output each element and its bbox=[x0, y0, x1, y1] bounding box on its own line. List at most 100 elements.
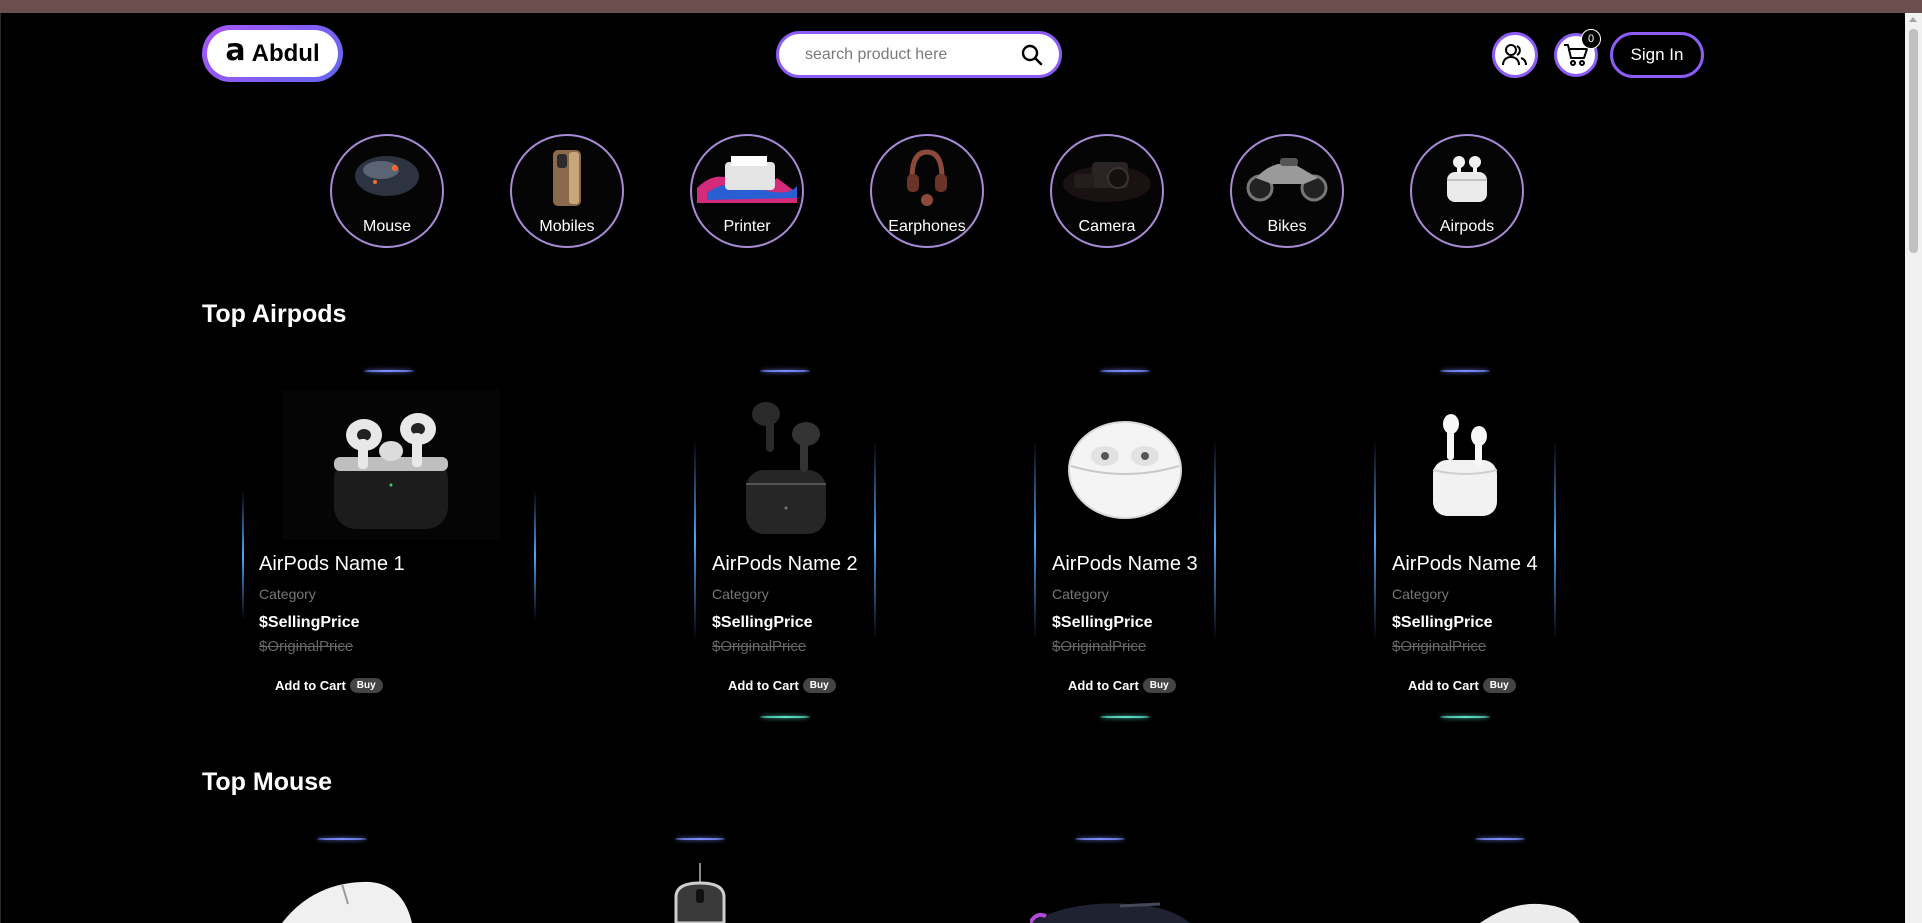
card-actions: Add to Cart Buy bbox=[275, 678, 383, 693]
product-card[interactable]: AirPods Name 4 Category $SellingPrice $O… bbox=[1374, 370, 1556, 718]
category-strip: Mouse Mobiles Printer Earphones Camera B… bbox=[330, 134, 1525, 251]
product-selling-price: $SellingPrice bbox=[712, 614, 813, 631]
category-airpods[interactable]: Airpods bbox=[1410, 134, 1524, 248]
search-input[interactable] bbox=[803, 44, 1019, 65]
category-label: Mouse bbox=[362, 218, 412, 235]
category-label: Camera bbox=[1078, 218, 1136, 235]
card-edge bbox=[534, 490, 536, 620]
category-camera[interactable]: Camera bbox=[1050, 134, 1164, 248]
section-title: Top Airpods bbox=[202, 300, 347, 328]
search-bar bbox=[776, 31, 1062, 78]
card-glow bbox=[1475, 838, 1525, 840]
card-glow bbox=[760, 370, 810, 372]
card-glow bbox=[760, 716, 810, 718]
card-glow bbox=[1075, 838, 1125, 840]
product-image bbox=[1050, 390, 1200, 540]
buy-button[interactable]: Buy bbox=[1482, 678, 1516, 693]
card-edge bbox=[874, 440, 876, 640]
buy-button[interactable]: Buy bbox=[802, 678, 836, 693]
card-edge bbox=[1374, 440, 1376, 640]
category-mouse[interactable]: Mouse bbox=[330, 134, 444, 248]
add-to-cart-button[interactable]: Add to Cart bbox=[275, 678, 346, 693]
buy-button[interactable]: Buy bbox=[1142, 678, 1176, 693]
card-actions: Add to Cart Buy bbox=[728, 678, 836, 693]
product-name[interactable]: AirPods Name 4 bbox=[1392, 553, 1538, 576]
product-selling-price: $SellingPrice bbox=[259, 614, 360, 631]
product-card[interactable] bbox=[600, 838, 800, 923]
product-image bbox=[282, 881, 412, 923]
product-category: Category bbox=[259, 586, 316, 602]
product-image bbox=[282, 390, 500, 540]
headphones-icon bbox=[907, 149, 947, 206]
user-button[interactable] bbox=[1492, 32, 1538, 78]
product-name[interactable]: AirPods Name 2 bbox=[712, 553, 858, 576]
product-name[interactable]: AirPods Name 3 bbox=[1052, 553, 1198, 576]
product-card[interactable] bbox=[1000, 838, 1200, 923]
brand-logo[interactable]: a Abdul bbox=[202, 25, 343, 82]
product-original-price: $OriginalPrice bbox=[1052, 638, 1147, 655]
category-bikes[interactable]: Bikes bbox=[1230, 134, 1344, 248]
product-selling-price: $SellingPrice bbox=[1052, 614, 1153, 631]
amazon-logo-icon: a bbox=[225, 32, 246, 68]
product-image bbox=[1390, 390, 1540, 540]
users-icon bbox=[1502, 44, 1527, 66]
section-title: Top Mouse bbox=[202, 768, 333, 796]
add-to-cart-button[interactable]: Add to Cart bbox=[1408, 678, 1479, 693]
product-category: Category bbox=[1052, 586, 1109, 602]
card-actions: Add to Cart Buy bbox=[1408, 678, 1516, 693]
scroll-up-icon[interactable] bbox=[1909, 17, 1917, 22]
product-card[interactable]: AirPods Name 2 Category $SellingPrice $O… bbox=[694, 370, 876, 718]
cart-button[interactable]: 0 bbox=[1554, 29, 1601, 77]
product-name[interactable]: AirPods Name 1 bbox=[259, 553, 405, 576]
card-glow bbox=[1100, 370, 1150, 372]
printer-icon bbox=[697, 156, 797, 203]
add-to-cart-button[interactable]: Add to Cart bbox=[1068, 678, 1139, 693]
motorbike-icon bbox=[1246, 158, 1328, 202]
window-top-strip bbox=[0, 0, 1922, 13]
product-card[interactable]: AirPods Name 3 Category $SellingPrice $O… bbox=[1034, 370, 1216, 718]
product-original-price: $OriginalPrice bbox=[1392, 638, 1487, 655]
search-icon[interactable] bbox=[1019, 42, 1045, 68]
scroll-thumb[interactable] bbox=[1909, 29, 1918, 253]
card-glow bbox=[1100, 716, 1150, 718]
add-to-cart-button[interactable]: Add to Cart bbox=[728, 678, 799, 693]
category-label: Airpods bbox=[1439, 218, 1495, 235]
card-glow bbox=[364, 370, 414, 372]
phone-icon bbox=[553, 150, 581, 206]
category-label: Printer bbox=[723, 218, 771, 235]
card-actions: Add to Cart Buy bbox=[1068, 678, 1176, 693]
category-label: Mobiles bbox=[539, 218, 595, 235]
card-edge bbox=[1554, 440, 1556, 640]
brand-name: Abdul bbox=[251, 39, 320, 67]
category-mobiles[interactable]: Mobiles bbox=[510, 134, 624, 248]
category-printer[interactable]: Printer bbox=[690, 134, 804, 248]
left-border bbox=[0, 13, 1, 923]
product-image bbox=[674, 863, 726, 923]
product-original-price: $OriginalPrice bbox=[712, 638, 807, 655]
brand-logo-inner: a Abdul bbox=[207, 30, 338, 77]
airpods-icon bbox=[1447, 156, 1487, 202]
card-glow bbox=[675, 838, 725, 840]
buy-button[interactable]: Buy bbox=[349, 678, 383, 693]
card-glow bbox=[317, 838, 367, 840]
cart-count-badge: 0 bbox=[1581, 29, 1601, 49]
product-image bbox=[1030, 902, 1190, 923]
sign-in-button[interactable]: Sign In bbox=[1610, 32, 1704, 78]
scrollbar[interactable] bbox=[1905, 13, 1922, 923]
card-glow bbox=[1440, 370, 1490, 372]
product-selling-price: $SellingPrice bbox=[1392, 614, 1493, 631]
category-label: Earphones bbox=[888, 218, 966, 235]
product-card[interactable]: AirPods Name 1 Category $SellingPrice $O… bbox=[242, 370, 536, 718]
category-earphones[interactable]: Earphones bbox=[870, 134, 984, 248]
product-card[interactable] bbox=[242, 838, 442, 923]
product-card[interactable] bbox=[1400, 838, 1600, 923]
product-category: Category bbox=[1392, 586, 1449, 602]
product-image bbox=[1480, 903, 1580, 923]
card-edge bbox=[1214, 440, 1216, 640]
card-glow bbox=[1440, 716, 1490, 718]
product-image bbox=[710, 390, 860, 540]
mouse-icon bbox=[355, 156, 419, 196]
product-category: Category bbox=[712, 586, 769, 602]
product-original-price: $OriginalPrice bbox=[259, 638, 354, 655]
card-edge bbox=[694, 440, 696, 640]
